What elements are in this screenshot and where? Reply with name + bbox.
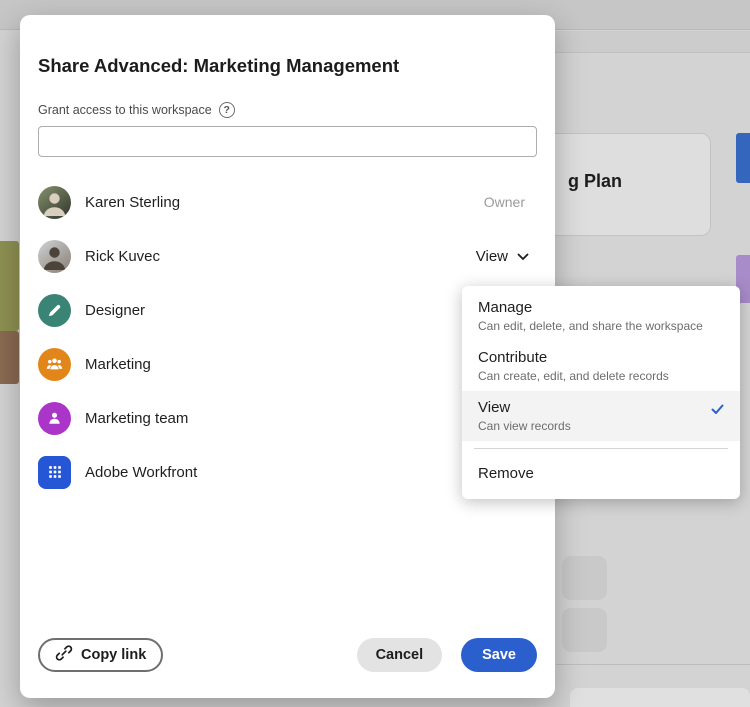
menu-divider bbox=[474, 448, 728, 449]
member-row: Karen Sterling Owner bbox=[38, 175, 537, 229]
permission-dropdown-trigger[interactable]: View bbox=[476, 248, 529, 265]
save-button[interactable]: Save bbox=[461, 638, 537, 672]
menu-item-description: Can edit, delete, and share the workspac… bbox=[478, 319, 703, 333]
checkmark-icon bbox=[711, 402, 724, 420]
menu-item-label: Contribute bbox=[478, 349, 548, 366]
background-toolbar bbox=[540, 31, 750, 53]
background-divider bbox=[556, 664, 750, 665]
member-name: Karen Sterling bbox=[85, 193, 181, 211]
grant-access-input[interactable] bbox=[38, 126, 537, 157]
menu-item-label: View bbox=[478, 399, 511, 416]
cancel-button[interactable]: Cancel bbox=[356, 638, 443, 672]
menu-item-description: Can view records bbox=[478, 419, 571, 433]
background-blue-strip bbox=[736, 133, 750, 183]
menu-item-manage[interactable]: Manage Can edit, delete, and share the w… bbox=[462, 291, 740, 341]
background-tile bbox=[562, 556, 607, 600]
copy-link-button[interactable]: Copy link bbox=[38, 638, 164, 672]
adobe-workfront-grid-icon bbox=[38, 455, 71, 489]
background-brown-strip bbox=[0, 331, 19, 384]
designer-group-icon bbox=[38, 293, 71, 327]
user-photo-avatar bbox=[38, 239, 71, 273]
team-person-icon bbox=[38, 401, 71, 435]
menu-item-description: Can create, edit, and delete records bbox=[478, 369, 669, 383]
menu-item-label: Manage bbox=[478, 299, 533, 316]
menu-item-label: Remove bbox=[478, 465, 534, 482]
dialog-title: Share Advanced: Marketing Management bbox=[38, 55, 400, 76]
background-tile bbox=[562, 608, 607, 652]
permission-dropdown-menu: Manage Can edit, delete, and share the w… bbox=[462, 286, 740, 499]
user-photo-avatar bbox=[38, 185, 71, 219]
background-plan-card: g Plan bbox=[540, 133, 711, 236]
marketing-group-icon bbox=[38, 347, 71, 381]
copy-link-label: Copy link bbox=[81, 647, 147, 663]
help-icon[interactable]: ? bbox=[218, 102, 235, 118]
background-olive-strip bbox=[0, 241, 19, 331]
grant-access-row: Grant access to this workspace ? bbox=[38, 102, 537, 118]
menu-item-contribute[interactable]: Contribute Can create, edit, and delete … bbox=[462, 341, 740, 391]
grant-access-label: Grant access to this workspace bbox=[38, 103, 212, 117]
member-name: Rick Kuvec bbox=[85, 247, 161, 265]
link-icon bbox=[55, 644, 73, 666]
menu-item-remove[interactable]: Remove bbox=[462, 455, 740, 494]
menu-item-view[interactable]: View Can view records bbox=[462, 391, 740, 441]
dialog-footer: Copy link Cancel Save bbox=[38, 638, 537, 672]
background-card-title: g Plan bbox=[568, 171, 623, 191]
selected-permission-label: View bbox=[475, 247, 508, 265]
owner-role-label: Owner bbox=[483, 194, 525, 210]
background-bottom-card bbox=[570, 688, 750, 707]
app-background: g Plan Share Advanced: Marketing Managem… bbox=[0, 0, 750, 707]
member-row: Rick Kuvec View bbox=[38, 229, 537, 283]
chevron-down-icon bbox=[517, 248, 529, 265]
